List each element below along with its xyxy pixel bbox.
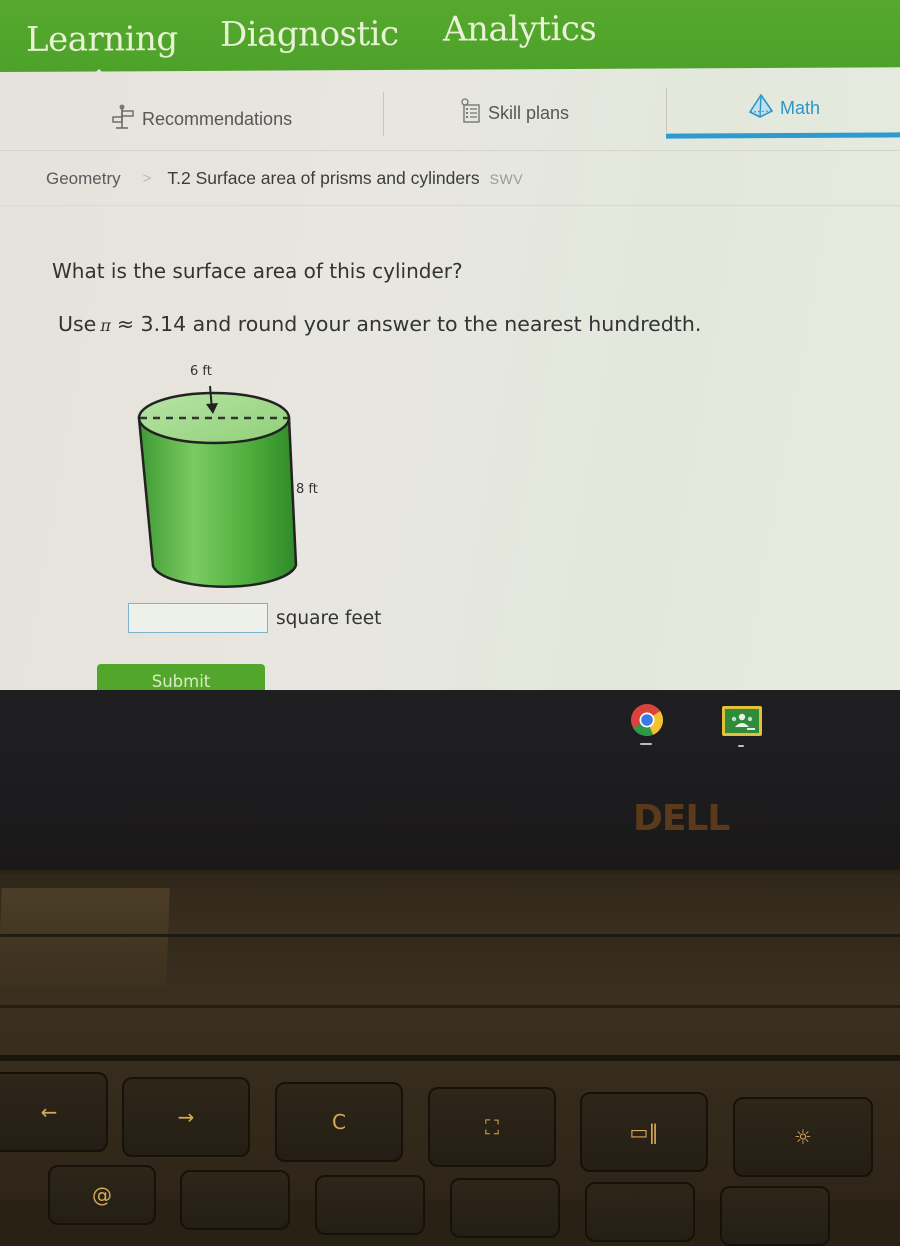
breadcrumb: Geometry > T.2 Surface area of prisms an… — [46, 168, 523, 189]
answer-row: square feet — [128, 603, 381, 633]
skill-code: SWV — [489, 170, 524, 187]
subnav-recommendations[interactable]: Recommendations — [110, 104, 292, 135]
subnav-math[interactable]: Math — [748, 93, 821, 123]
instruction-text: Use π ≈ 3.14 and round your answer to the … — [58, 312, 701, 336]
tab-diagnostic[interactable]: Diagnostic — [220, 14, 399, 55]
top-nav: Learning Diagnostic Analytics — [0, 0, 900, 73]
subnav-border — [0, 150, 900, 151]
key-forward[interactable]: → — [122, 1077, 250, 1157]
subnav-divider — [666, 88, 667, 132]
cylinder-figure: 6 ft 8 ft — [126, 358, 366, 598]
key-4[interactable] — [315, 1175, 425, 1235]
instruction-suffix: ≈ 3.14 and round your answer to the near… — [116, 312, 702, 336]
refresh-icon: C — [332, 1110, 346, 1134]
key-brightness-down[interactable]: ☼ — [733, 1097, 873, 1177]
tab-analytics[interactable]: Analytics — [443, 9, 596, 50]
browser-page: Learning Diagnostic Analytics Recommenda… — [0, 0, 900, 690]
height-label: 8 ft — [296, 482, 318, 497]
brightness-icon: ☼ — [794, 1125, 812, 1149]
forward-arrow-icon: → — [177, 1105, 195, 1129]
key-2[interactable]: @ — [48, 1165, 156, 1225]
pyramid-icon — [748, 93, 774, 123]
subnav-skill-plans[interactable]: Skill plans — [460, 98, 569, 129]
cylinder-top — [137, 391, 291, 445]
signpost-icon — [110, 104, 136, 135]
classroom-running-indicator — [738, 745, 744, 747]
overview-icon: ▭‖ — [629, 1120, 659, 1144]
back-arrow-icon: ← — [40, 1100, 58, 1124]
chrome-running-indicator — [640, 743, 652, 745]
checklist-icon — [460, 98, 482, 129]
key-refresh[interactable]: C — [275, 1082, 403, 1162]
subnav-recommendations-label: Recommendations — [142, 109, 293, 129]
subnav-math-label: Math — [780, 98, 821, 118]
key-5[interactable] — [450, 1178, 560, 1238]
key-3[interactable] — [180, 1170, 290, 1230]
classroom-icon[interactable] — [722, 706, 762, 736]
instruction-prefix: Use — [58, 312, 97, 336]
diameter-label: 6 ft — [190, 364, 212, 379]
pi-symbol: π — [100, 316, 111, 335]
key-7[interactable] — [720, 1186, 830, 1246]
question-text: What is the surface area of this cylinde… — [52, 259, 463, 283]
screen-bezel — [0, 690, 900, 880]
chrome-icon[interactable] — [630, 703, 664, 737]
dell-logo: DELL — [633, 798, 730, 839]
tab-learning[interactable]: Learning — [26, 19, 178, 60]
answer-input[interactable] — [128, 603, 268, 633]
key-fullscreen[interactable]: ⛶ — [428, 1087, 556, 1167]
key-overview[interactable]: ▭‖ — [580, 1092, 708, 1172]
cylinder-diagram — [137, 385, 298, 588]
breadcrumb-border — [0, 205, 900, 206]
breadcrumb-skill: T.2 Surface area of prisms and cylinders — [167, 168, 480, 188]
at-symbol: @ — [92, 1183, 112, 1207]
chevron-right-icon: > — [142, 170, 152, 187]
fullscreen-icon: ⛶ — [485, 1115, 499, 1139]
breadcrumb-subject[interactable]: Geometry — [46, 169, 121, 189]
submit-button[interactable]: Submit — [97, 664, 265, 690]
key-6[interactable] — [585, 1182, 695, 1242]
deck-edge — [0, 1005, 900, 1008]
keyboard-edge — [0, 1055, 900, 1061]
key-back[interactable]: ← — [0, 1072, 108, 1152]
hinge-block — [0, 888, 170, 988]
subnav-divider — [383, 92, 384, 136]
subnav-skill-plans-label: Skill plans — [488, 103, 570, 123]
answer-unit: square feet — [276, 607, 382, 629]
hinge-edge — [0, 934, 900, 937]
